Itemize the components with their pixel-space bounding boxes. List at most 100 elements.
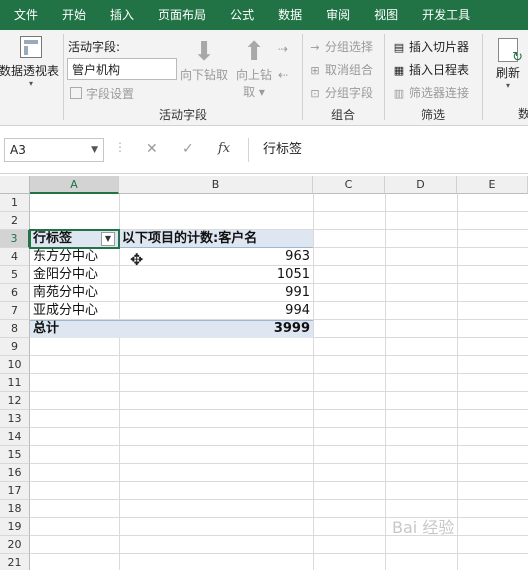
gridline: [30, 553, 528, 554]
more-icon: ⋮: [114, 140, 126, 154]
row-header[interactable]: 16: [0, 464, 30, 482]
pivot-table-button[interactable]: 数据透视表 ▾: [0, 34, 62, 104]
field-settings-button[interactable]: 字段设置: [70, 85, 134, 102]
formula-input[interactable]: 行标签: [248, 138, 528, 162]
row-header[interactable]: 4: [0, 248, 30, 266]
row-header[interactable]: 12: [0, 392, 30, 410]
row-header[interactable]: 6: [0, 284, 30, 302]
ungroup-icon: ⊞: [310, 64, 320, 77]
group-selection-label: 分组选择: [325, 40, 374, 54]
arrow-right-icon: →: [310, 41, 320, 54]
insert-timeline-button[interactable]: ▦ 插入日程表: [392, 61, 469, 78]
column-header-a[interactable]: A: [30, 176, 119, 194]
tab-file[interactable]: 文件: [0, 0, 50, 30]
drill-down-button[interactable]: ⬇ 向下钻取: [176, 38, 232, 83]
refresh-button[interactable]: ↻ 刷新 ▾: [486, 38, 528, 90]
tab-view[interactable]: 视图: [362, 0, 410, 30]
group-group-label: 组合: [330, 108, 355, 122]
row-header[interactable]: 21: [0, 554, 30, 570]
row-header[interactable]: 3: [0, 230, 30, 248]
pivot-item-value[interactable]: 991: [119, 284, 313, 302]
insert-timeline-label: 插入日程表: [409, 63, 470, 77]
drill-up-suffix: 取 ▾: [243, 85, 265, 99]
pivot-item-label[interactable]: 东方分中心: [30, 248, 119, 266]
active-field-input[interactable]: [67, 58, 177, 80]
gridline: [30, 391, 528, 392]
filter-group-label: 筛选: [420, 108, 445, 122]
pivot-item-value[interactable]: 1051: [119, 266, 313, 284]
row-header[interactable]: 15: [0, 446, 30, 464]
column-header-e[interactable]: E: [457, 176, 528, 194]
row-header[interactable]: 8: [0, 320, 30, 338]
row-header[interactable]: 11: [0, 374, 30, 392]
filter-connections-button[interactable]: ▥ 筛选器连接: [392, 84, 469, 101]
group-field-label: 分组字段: [325, 86, 374, 100]
pivot-item-label[interactable]: 金阳分中心: [30, 266, 119, 284]
arrow-up-icon: ⬆: [243, 37, 265, 67]
pivot-table-icon: [20, 36, 42, 58]
pivot-total-label[interactable]: 总计: [30, 320, 119, 338]
watermark: Bai 经验: [392, 518, 455, 537]
row-header[interactable]: 13: [0, 410, 30, 428]
pivot-item-value[interactable]: 994: [119, 302, 313, 320]
insert-function-icon[interactable]: fx: [218, 141, 230, 156]
tab-data[interactable]: 数据: [266, 0, 314, 30]
group-field-button[interactable]: ⊡ 分组字段: [308, 84, 373, 101]
row-header[interactable]: 5: [0, 266, 30, 284]
row-header[interactable]: 17: [0, 482, 30, 500]
row-header[interactable]: 10: [0, 356, 30, 374]
row-header[interactable]: 20: [0, 536, 30, 554]
tab-home[interactable]: 开始: [50, 0, 98, 30]
row-header[interactable]: 18: [0, 500, 30, 518]
field-settings-label: 字段设置: [86, 87, 135, 101]
drill-up-label: 向上钻: [235, 68, 272, 82]
gridline: [385, 194, 386, 570]
refresh-icon: ↻: [498, 38, 523, 65]
column-header-b[interactable]: B: [119, 176, 313, 194]
spreadsheet-grid: A B C D E 1 2 3 4 5 6 7 8 9 10 11 12 13 14 15 16 17 18 19 2…: [0, 176, 528, 570]
ungroup-button[interactable]: ⊞ 取消组合: [308, 61, 373, 78]
gridline: [30, 463, 528, 464]
enter-icon[interactable]: ✓: [182, 141, 194, 157]
active-field-group-label: 活动字段: [158, 108, 207, 122]
pivot-value-header[interactable]: 以下项目的计数:客户名: [119, 230, 313, 248]
name-box[interactable]: A3 ▼: [4, 138, 104, 162]
row-header[interactable]: 2: [0, 212, 30, 230]
arrow-down-icon: ⬇: [193, 37, 215, 67]
select-all-corner[interactable]: [0, 176, 30, 194]
tab-formulas[interactable]: 公式: [218, 0, 266, 30]
insert-slicer-button[interactable]: ▤ 插入切片器: [392, 38, 469, 55]
row-header[interactable]: 7: [0, 302, 30, 320]
tab-insert[interactable]: 插入: [98, 0, 146, 30]
settings-icon: [70, 87, 82, 99]
drill-up-button[interactable]: ⬆ 向上钻 取 ▾: [226, 38, 282, 100]
pivot-item-label[interactable]: 南苑分中心: [30, 284, 119, 302]
tab-page-layout[interactable]: 页面布局: [146, 0, 218, 30]
row-header[interactable]: 14: [0, 428, 30, 446]
row-header[interactable]: 19: [0, 518, 30, 536]
active-cell-border: [29, 229, 120, 249]
chevron-down-icon: ▾: [28, 79, 33, 88]
pivot-total-value[interactable]: 3999: [119, 320, 313, 338]
ribbon: 数据透视表 ▾ 活动字段 活动字段: 字段设置 ⬇ 向下钻取 ⬆ 向上钻 取 ▾…: [0, 30, 528, 126]
tab-developer[interactable]: 开发工具: [410, 0, 482, 30]
slicer-icon: ▤: [393, 41, 405, 54]
row-header[interactable]: 1: [0, 194, 30, 212]
cancel-icon[interactable]: ✕: [146, 141, 158, 157]
data-group-label-partial: 数: [518, 107, 528, 121]
tab-review[interactable]: 审阅: [314, 0, 362, 30]
column-header-c[interactable]: C: [313, 176, 385, 194]
gridline: [30, 373, 528, 374]
timeline-icon: ▦: [393, 64, 405, 77]
gridline: [313, 194, 314, 570]
column-header-d[interactable]: D: [385, 176, 457, 194]
gridline: [30, 409, 528, 410]
pivot-item-value[interactable]: 963: [119, 248, 313, 266]
expand-field-icon[interactable]: ⇢: [278, 42, 288, 56]
collapse-field-icon[interactable]: ⇠: [278, 68, 288, 82]
pivot-item-label[interactable]: 亚成分中心: [30, 302, 119, 320]
group-selection-button[interactable]: → 分组选择: [308, 38, 373, 55]
drill-down-label: 向下钻取: [179, 68, 228, 82]
row-header[interactable]: 9: [0, 338, 30, 356]
filter-connections-label: 筛选器连接: [409, 86, 470, 100]
